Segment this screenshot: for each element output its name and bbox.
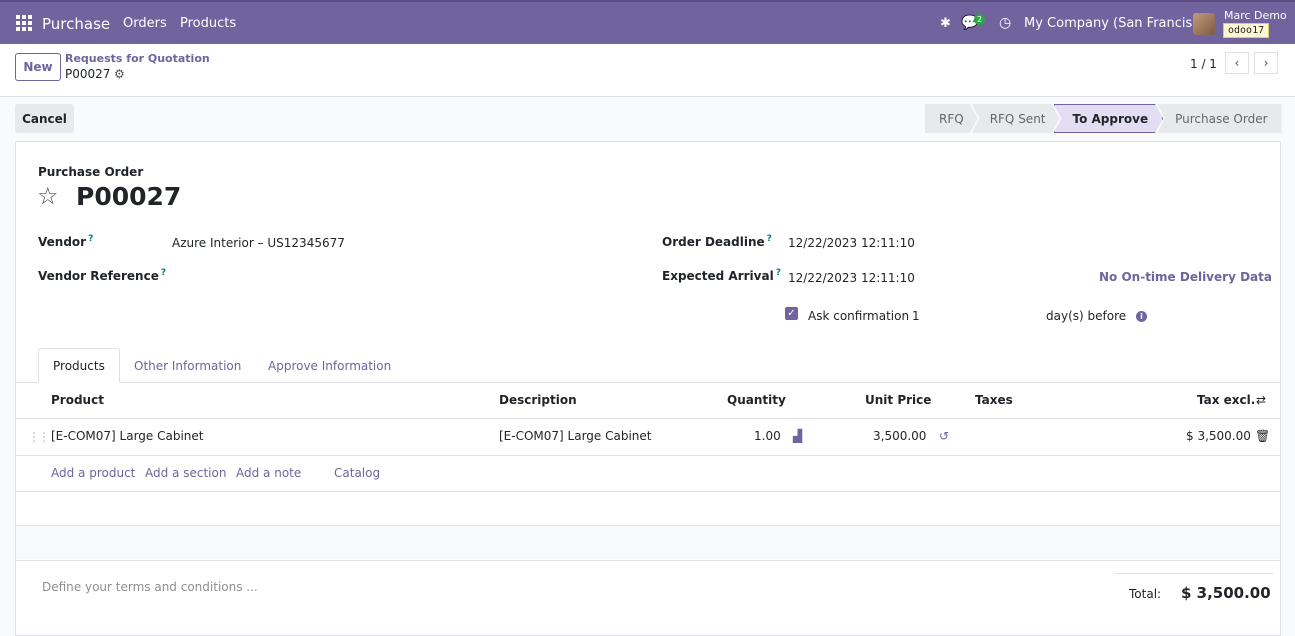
column-description[interactable]: Description <box>499 393 577 407</box>
reset-price-icon[interactable]: ↺ <box>939 429 949 443</box>
info-icon[interactable]: i <box>1136 311 1147 322</box>
row-subtotal: $ 3,500.00 <box>1186 429 1251 443</box>
stage-purchase-order[interactable]: Purchase Order <box>1157 104 1282 133</box>
tab-products[interactable]: Products <box>38 348 120 383</box>
column-product[interactable]: Product <box>51 393 104 407</box>
vendor-reference-label: Vendor Reference? <box>38 268 167 283</box>
app-menu-icon[interactable] <box>16 15 32 31</box>
row-quantity[interactable]: 1.00 <box>754 429 781 443</box>
top-navbar: Purchase Orders Products ✱ 💬 2 ◷ My Comp… <box>0 0 1295 44</box>
vendor-label: Vendor? <box>38 234 94 249</box>
breadcrumb-current: P00027 <box>65 67 111 81</box>
row-unit-price[interactable]: 3,500.00 <box>873 429 926 443</box>
star-icon[interactable]: ☆ <box>37 184 59 208</box>
expected-arrival-field[interactable]: 12/22/2023 12:11:10 <box>788 271 915 285</box>
help-icon[interactable]: ? <box>767 234 772 244</box>
breadcrumb-parent[interactable]: Requests for Quotation <box>65 52 210 65</box>
order-name: P00027 <box>76 182 182 211</box>
terms-conditions-field[interactable]: Define your terms and conditions ... <box>42 580 258 594</box>
vendor-reference-field[interactable] <box>172 270 472 286</box>
form-sheet: Purchase Order ☆ P00027 Vendor? Azure In… <box>15 141 1281 636</box>
pager-previous-button[interactable]: ‹ <box>1225 52 1249 74</box>
column-unit-price[interactable]: Unit Price <box>865 393 931 407</box>
row-divider <box>16 491 1280 492</box>
catalog-link[interactable]: Catalog <box>334 466 380 480</box>
user-avatar[interactable] <box>1193 13 1215 35</box>
cancel-button[interactable]: Cancel <box>15 104 74 133</box>
row-divider <box>16 455 1280 456</box>
add-product-link[interactable]: Add a product <box>51 466 135 480</box>
days-before-label: day(s) before <box>1046 309 1127 323</box>
help-icon[interactable]: ? <box>161 268 166 278</box>
new-button[interactable]: New <box>15 53 61 81</box>
order-deadline-field[interactable]: 12/22/2023 12:11:10 <box>788 236 915 250</box>
optional-columns-icon[interactable]: ⇄ <box>1256 393 1266 407</box>
pager-value[interactable]: 1 / 1 <box>1190 57 1217 71</box>
add-section-link[interactable]: Add a section <box>145 466 226 480</box>
delete-row-icon[interactable]: 🗑 <box>1255 429 1270 443</box>
order-deadline-label: Order Deadline? <box>662 234 772 249</box>
row-divider <box>16 560 1280 561</box>
column-taxes[interactable]: Taxes <box>975 393 1013 407</box>
database-name-tag: odoo17 <box>1223 23 1270 38</box>
empty-row <box>16 525 1280 559</box>
row-description[interactable]: [E-COM07] Large Cabinet <box>499 429 652 443</box>
expected-arrival-label: Expected Arrival? <box>662 268 781 283</box>
help-icon[interactable]: ? <box>776 268 781 278</box>
chevron-left-icon: ‹ <box>1234 56 1240 70</box>
menu-orders[interactable]: Orders <box>123 16 167 31</box>
app-name[interactable]: Purchase <box>42 15 110 33</box>
stage-rfq-sent[interactable]: RFQ Sent <box>972 104 1060 133</box>
total-value: $ 3,500.00 <box>1181 584 1271 602</box>
tab-other-information[interactable]: Other Information <box>120 348 255 383</box>
status-bar: RFQ RFQ Sent To Approve Purchase Order <box>925 104 1282 133</box>
pager-next-button[interactable]: › <box>1254 52 1278 74</box>
total-summary: Total: $ 3,500.00 <box>1115 573 1273 602</box>
gear-icon[interactable]: ⚙ <box>114 67 125 81</box>
stage-rfq[interactable]: RFQ <box>925 104 978 133</box>
help-icon[interactable]: ? <box>88 234 93 244</box>
ask-confirmation-label: Ask confirmation <box>808 309 910 323</box>
vendor-field[interactable]: Azure Interior – US12345677 <box>172 236 345 250</box>
ontime-delivery-link[interactable]: No On-time Delivery Data <box>1099 270 1272 284</box>
stage-to-approve[interactable]: To Approve <box>1054 104 1164 133</box>
control-panel: New Requests for Quotation P00027 ⚙ 1 / … <box>0 44 1295 97</box>
drag-handle-icon[interactable]: ⋮⋮ <box>28 430 50 444</box>
tab-approve-information[interactable]: Approve Information <box>254 348 405 383</box>
column-quantity[interactable]: Quantity <box>727 393 786 407</box>
column-tax-excl[interactable]: Tax excl. <box>1197 393 1255 407</box>
row-product[interactable]: [E-COM07] Large Cabinet <box>51 429 204 443</box>
total-label: Total: <box>1129 587 1162 601</box>
forecast-chart-icon[interactable]: ▟ <box>793 429 802 443</box>
activity-clock-icon[interactable]: ◷ <box>999 2 1011 44</box>
user-name[interactable]: Marc Demo <box>1224 9 1287 22</box>
ask-confirmation-days-field[interactable]: 1 <box>912 309 920 323</box>
add-note-link[interactable]: Add a note <box>236 466 301 480</box>
document-type-label: Purchase Order <box>38 165 144 179</box>
debug-bug-icon[interactable]: ✱ <box>940 2 951 44</box>
company-switcher[interactable]: My Company (San Francisco) <box>1024 2 1212 44</box>
ask-confirmation-checkbox[interactable]: ✓ <box>785 307 798 320</box>
table-header-divider <box>16 418 1280 419</box>
menu-products[interactable]: Products <box>180 16 236 31</box>
messages-count-badge: 2 <box>974 14 986 25</box>
notebook-tabs: Products Other Information Approve Infor… <box>16 348 1280 383</box>
chevron-right-icon: › <box>1263 56 1269 70</box>
